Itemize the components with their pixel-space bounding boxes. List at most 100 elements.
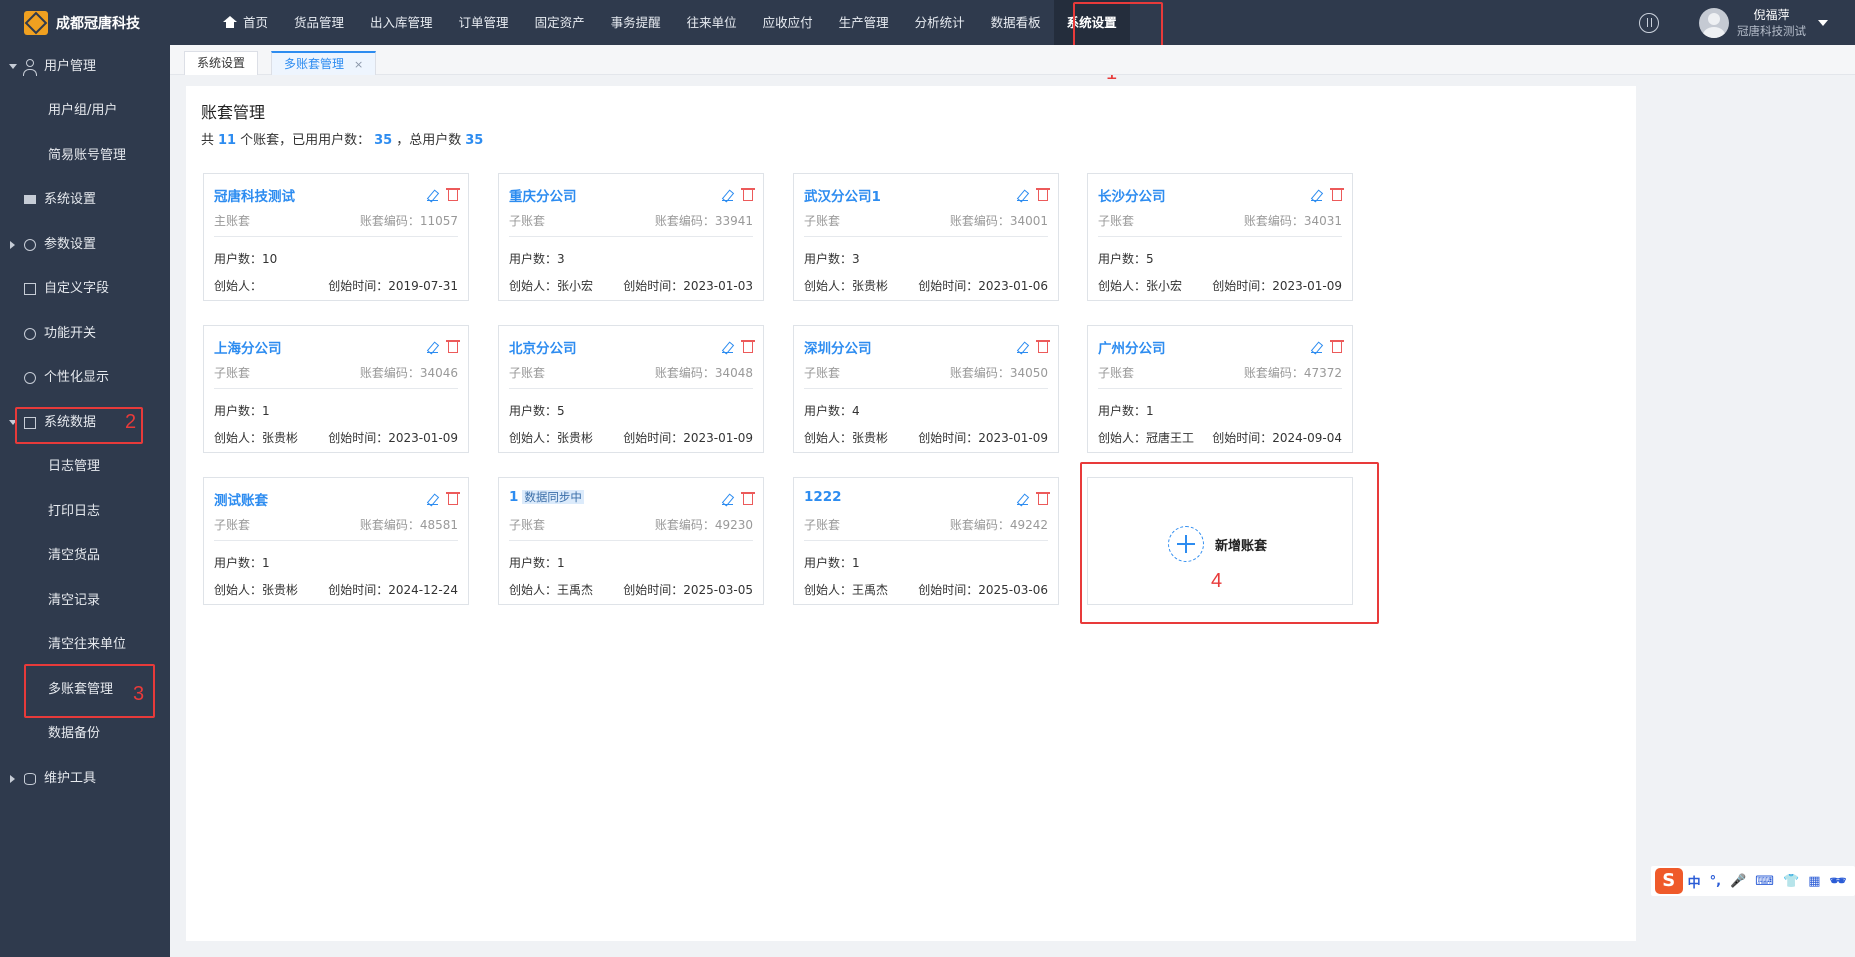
glasses-icon[interactable]: 🕶 [1829, 874, 1846, 889]
sidebar-item-multi-account[interactable]: 多账套管理 [0, 668, 170, 712]
account-name[interactable]: 武汉分公司1 [804, 185, 881, 205]
tab-multi-account[interactable]: 多账套管理 × [271, 51, 377, 75]
user-name: 倪福萍 [1753, 7, 1790, 22]
account-users: 用户数：3 [509, 252, 565, 266]
account-name[interactable]: 1222 [804, 489, 842, 505]
microphone-icon[interactable]: 🎤 [1730, 874, 1746, 889]
delete-icon[interactable] [1036, 188, 1050, 201]
sidebar-item-clear-goods[interactable]: 清空货品 [0, 534, 170, 578]
nav-item-dashboard[interactable]: 数据看板 [978, 0, 1054, 45]
sidebar-item-custom-fields[interactable]: 自定义字段 [0, 267, 170, 311]
account-name[interactable]: 重庆分公司 [509, 185, 577, 205]
edit-icon[interactable] [427, 494, 438, 505]
grid-icon[interactable]: ▦ [1808, 874, 1820, 889]
sidebar-item-system-settings[interactable]: 系统设置 [0, 178, 170, 222]
ime-punctuation-icon[interactable]: °, [1710, 874, 1721, 889]
nav-item-inventory[interactable]: 出入库管理 [357, 0, 446, 45]
sidebar-item-system-data[interactable]: 系统数据 [0, 401, 170, 445]
ime-chinese-mode[interactable]: 中 [1688, 872, 1701, 891]
sidebar-item-simple-accounts[interactable]: 简易账号管理 [0, 134, 170, 178]
sidebar-item-log-management[interactable]: 日志管理 [0, 445, 170, 489]
sidebar-item-clear-records[interactable]: 清空记录 [0, 579, 170, 623]
account-card[interactable]: 长沙分公司 子账套 账套编码：34031 用户数：5 创始人：张小宏 创始时间：… [1087, 173, 1353, 301]
account-card[interactable]: 冠唐科技测试 主账套 账套编码：11057 用户数：10 创始人： 创始时间：2… [203, 173, 469, 301]
sidebar: 用户管理 用户组/用户 简易账号管理 系统设置 参数设置 自定义字段 功能开关 … [0, 45, 170, 957]
account-name[interactable]: 北京分公司 [509, 337, 577, 357]
account-card[interactable]: 北京分公司 子账套 账套编码：34048 用户数：5 创始人：张贵彬 创始时间：… [498, 325, 764, 453]
used-user-count: 35 [374, 133, 393, 148]
user-icon [23, 59, 37, 76]
delete-icon[interactable] [741, 188, 755, 201]
nav-item-orders[interactable]: 订单管理 [446, 0, 522, 45]
account-name[interactable]: 上海分公司 [214, 337, 282, 357]
nav-item-production[interactable]: 生产管理 [826, 0, 902, 45]
card-divider [1098, 388, 1342, 389]
account-card[interactable]: 武汉分公司1 子账套 账套编码：34001 用户数：3 创始人：张贵彬 创始时间… [793, 173, 1059, 301]
nav-item-partners[interactable]: 往来单位 [674, 0, 750, 45]
sidebar-item-user-management[interactable]: 用户管理 [0, 45, 170, 89]
edit-icon[interactable] [1017, 342, 1028, 353]
tab-system-settings[interactable]: 系统设置 [184, 51, 259, 75]
edit-icon[interactable] [427, 190, 438, 201]
account-users: 用户数：4 [804, 404, 860, 418]
edit-icon[interactable] [722, 494, 733, 505]
app-switch-icon[interactable] [1639, 12, 1659, 33]
nav-item-system-settings[interactable]: 系统设置 [1053, 0, 1130, 45]
account-type: 子账套 [1098, 214, 1135, 228]
delete-icon[interactable] [446, 340, 460, 353]
account-creator: 创始人：张贵彬 [804, 279, 889, 293]
skin-icon[interactable]: 👕 [1783, 874, 1799, 889]
app-logo[interactable]: 成都冠唐科技 [0, 0, 170, 45]
sidebar-item-user-groups[interactable]: 用户组/用户 [0, 89, 170, 133]
sidebar-item-clear-partners[interactable]: 清空往来单位 [0, 623, 170, 667]
nav-item-analytics[interactable]: 分析统计 [902, 0, 978, 45]
account-code: 账套编码：11057 [359, 214, 458, 228]
delete-icon[interactable] [1036, 340, 1050, 353]
account-name[interactable]: 广州分公司 [1098, 337, 1166, 357]
close-icon[interactable]: × [354, 58, 363, 71]
user-info[interactable]: 倪福萍 冠唐科技测试 [1737, 7, 1806, 39]
delete-icon[interactable] [741, 492, 755, 505]
delete-icon[interactable] [1036, 492, 1050, 505]
delete-icon[interactable] [446, 188, 460, 201]
ime-logo-icon[interactable]: S [1655, 868, 1683, 894]
delete-icon[interactable] [741, 340, 755, 353]
account-name[interactable]: 测试账套 [214, 489, 268, 509]
sidebar-item-print-log[interactable]: 打印日志 [0, 490, 170, 534]
chevron-down-icon[interactable] [1818, 19, 1828, 26]
account-name[interactable]: 冠唐科技测试 [214, 185, 295, 205]
sidebar-item-parameters[interactable]: 参数设置 [0, 223, 170, 267]
annotation-number-4: 4 [1211, 570, 1223, 592]
edit-icon[interactable] [1311, 190, 1322, 201]
avatar[interactable] [1699, 7, 1729, 38]
delete-icon[interactable] [446, 492, 460, 505]
nav-item-reminders[interactable]: 事务提醒 [598, 0, 674, 45]
keyboard-icon[interactable]: ⌨ [1755, 874, 1774, 889]
edit-icon[interactable] [427, 342, 438, 353]
sidebar-item-data-backup[interactable]: 数据备份 [0, 712, 170, 756]
account-card[interactable]: 1222 子账套 账套编码：49242 用户数：1 创始人：王禹杰 创始时间：2… [793, 477, 1059, 605]
edit-icon[interactable] [1017, 190, 1028, 201]
edit-icon[interactable] [722, 342, 733, 353]
nav-item-receivables[interactable]: 应收应付 [750, 0, 826, 45]
sidebar-item-feature-switches[interactable]: 功能开关 [0, 312, 170, 356]
delete-icon[interactable] [1330, 188, 1344, 201]
account-name[interactable]: 深圳分公司 [804, 337, 872, 357]
nav-item-goods[interactable]: 货品管理 [281, 0, 357, 45]
nav-item-home[interactable]: 首页 [210, 0, 281, 45]
sidebar-item-maintenance-tools[interactable]: 维护工具 [0, 757, 170, 801]
account-card[interactable]: 广州分公司 子账套 账套编码：47372 用户数：1 创始人：冠唐王工 创始时间… [1087, 325, 1353, 453]
account-name[interactable]: 长沙分公司 [1098, 185, 1166, 205]
account-card[interactable]: 上海分公司 子账套 账套编码：34046 用户数：1 创始人：张贵彬 创始时间：… [203, 325, 469, 453]
edit-icon[interactable] [1017, 494, 1028, 505]
nav-item-assets[interactable]: 固定资产 [522, 0, 598, 45]
account-card[interactable]: 重庆分公司 子账套 账套编码：33941 用户数：3 创始人：张小宏 创始时间：… [498, 173, 764, 301]
account-card[interactable]: 深圳分公司 子账套 账套编码：34050 用户数：4 创始人：张贵彬 创始时间：… [793, 325, 1059, 453]
sidebar-item-personalization[interactable]: 个性化显示 [0, 356, 170, 400]
account-card[interactable]: 1 数据同步中 子账套 账套编码：49230 用户数：1 创始人：王禹杰 创始时间… [498, 477, 764, 605]
edit-icon[interactable] [722, 190, 733, 201]
edit-icon[interactable] [1311, 342, 1322, 353]
account-card[interactable]: 测试账套 子账套 账套编码：48581 用户数：1 创始人：张贵彬 创始时间：2… [203, 477, 469, 605]
account-name[interactable]: 1 数据同步中 [509, 489, 584, 505]
delete-icon[interactable] [1330, 340, 1344, 353]
